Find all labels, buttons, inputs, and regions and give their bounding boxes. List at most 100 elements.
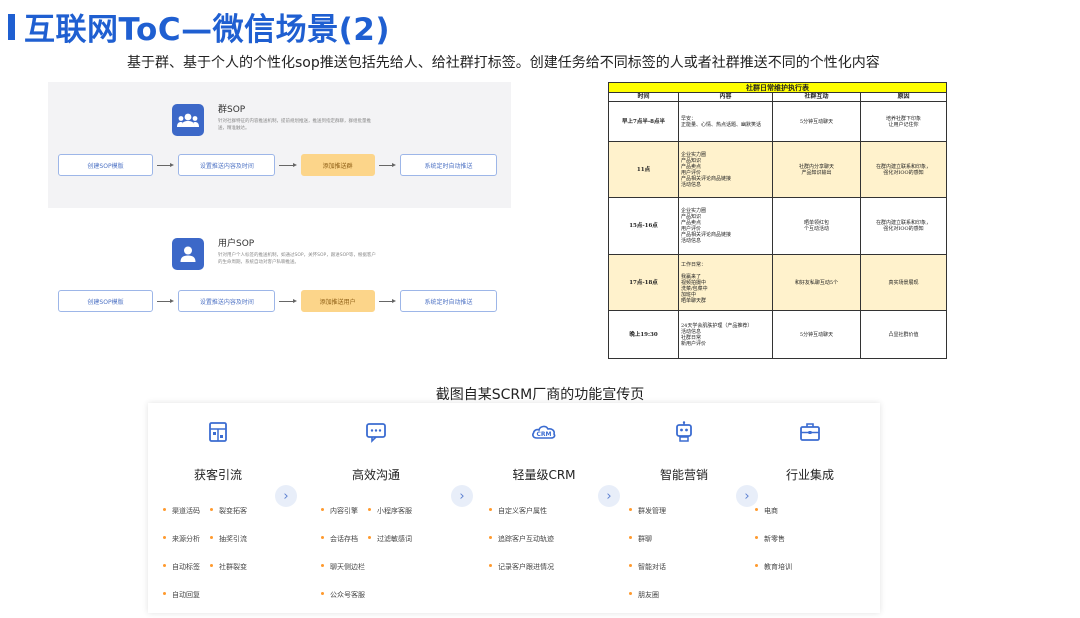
bullet-dot (163, 536, 166, 539)
group-users-icon (172, 104, 204, 136)
bullet-dot (489, 536, 492, 539)
user-icon (172, 238, 204, 270)
table-row: 11点 企业实力圈 产品知识 产品卖点 用户评价 产品相关评论商品链接 活动信息… (608, 141, 947, 198)
user-step-create-template[interactable]: 创建SOP模版 (58, 290, 153, 312)
feature-item[interactable]: 抽奖引流 (210, 534, 247, 562)
feature-label: 小程序客服 (377, 507, 412, 515)
group-step-auto-push[interactable]: 系统定时自动推送 (399, 154, 497, 176)
list-item: 自定义客户属性 (489, 506, 614, 534)
chevron-right-icon[interactable]: › (275, 485, 297, 507)
row-time: 17点-18点 (608, 254, 679, 311)
list-item: 渠道活码 裂变拓客 (163, 506, 288, 534)
column-header-reason: 原因 (860, 92, 947, 102)
feature-label: 自动标签 (172, 563, 200, 571)
bullet-dot (321, 536, 324, 539)
row-reason: 培养社群下印象 让用户记住你 (860, 101, 947, 142)
feature-label: 自动回复 (172, 591, 200, 599)
row-content-text: 24天学会肌肤护理（产品推荐） 活动信息 社群日常 新用户评价 (681, 322, 753, 347)
flow-arrow (275, 163, 300, 167)
feature-item[interactable]: 电商 (755, 506, 778, 534)
bullet-dot (210, 536, 213, 539)
bullet-dot (321, 592, 324, 595)
group-step-create-template[interactable]: 创建SOP模版 (58, 154, 153, 176)
row-time: 15点-16点 (608, 197, 679, 255)
feature-item[interactable]: 自动回复 (163, 590, 200, 618)
feature-item[interactable]: 群发管理 (629, 506, 666, 534)
crm-cloud-icon: CRM (532, 421, 556, 443)
user-step-add-users[interactable]: 添加推送用户 (300, 290, 375, 312)
group-sop-panel: 群SOP 针对社群特征的内容推送机制，提前规划推送，推送到指定群聊，群组批量推送… (48, 82, 511, 208)
user-sop-description: 针对用户个人标签的推送机制，如通过SOP，关怀SOP，跟进SOP等，根据客户的生… (218, 253, 376, 265)
feature-item[interactable]: 朋友圈 (629, 590, 659, 618)
row-reason: 凸显社群价值 (860, 310, 947, 359)
bullet-dot (210, 508, 213, 511)
svg-text:CRM: CRM (537, 431, 552, 438)
table-row: 15点-16点 企业实力圈 产品知识 产品卖点 用户评价 产品相关评论商品链接 … (608, 197, 947, 255)
feature-item[interactable]: 自动标签 (163, 562, 200, 590)
page-title: 互联网ToC—微信场景(2) (24, 12, 390, 48)
feature-item[interactable]: 新零售 (755, 534, 785, 562)
flow-arrow (275, 299, 300, 303)
row-content-text: 早安： 正能量、心情、热点话题、幽默笑话 (681, 115, 762, 128)
chevron-right-icon[interactable]: › (451, 485, 473, 507)
feature-label: 社群裂变 (219, 563, 247, 571)
group-sop-flow: 创建SOP模版 设置推送内容及时间 添加推送群 系统定时自动推送 (58, 154, 497, 176)
user-step-auto-push[interactable]: 系统定时自动推送 (399, 290, 497, 312)
column-header-time: 时间 (608, 92, 679, 102)
user-sop-flow: 创建SOP模版 设置推送内容及时间 添加推送用户 系统定时自动推送 (58, 290, 497, 312)
bullet-dot (629, 536, 632, 539)
community-schedule-table: 社群日常维护执行表 时间 内容 社群互动 原因 早上7点半-8点半 早安： 正能… (608, 82, 947, 359)
chat-bubble-icon (365, 421, 387, 443)
list-item: 教育培训 (755, 562, 880, 590)
feature-item[interactable]: 记录客户跟进情况 (489, 562, 554, 590)
row-time: 晚上19:30 (608, 310, 679, 359)
feature-item[interactable]: 追踪客户互动轨迹 (489, 534, 554, 562)
scrm-column-title: 高效沟通 (351, 468, 400, 482)
scrm-column-title: 行业集成 (785, 468, 834, 482)
feature-item[interactable]: 社群裂变 (210, 562, 247, 590)
feature-item[interactable]: 聊天侧边栏 (321, 562, 365, 590)
list-item: 公众号客服 (321, 590, 446, 618)
feature-item[interactable]: 过滤敏感词 (368, 534, 412, 562)
bullet-dot (368, 536, 371, 539)
scrm-column-title: 智能营销 (659, 468, 708, 482)
table-row: 晚上19:30 24天学会肌肤护理（产品推荐） 活动信息 社群日常 新用户评价 … (608, 310, 947, 359)
feature-label: 群发管理 (638, 507, 666, 515)
scrm-column-communication: 高效沟通 内容引擎 小程序客服 会话存档 过滤敏感词 聊天侧边栏 公众号客服 (306, 403, 446, 613)
group-step-add-groups[interactable]: 添加推送群 (300, 154, 375, 176)
row-reason: 真实场景展现 (860, 254, 947, 311)
feature-item[interactable]: 渠道活码 (163, 506, 200, 534)
feature-item[interactable]: 内容引擎 (321, 506, 358, 534)
feature-item[interactable]: 自定义客户属性 (489, 506, 547, 534)
scrm-column-title: 获客引流 (193, 468, 242, 482)
list-item: 群聊 (629, 534, 754, 562)
user-step-set-content-time[interactable]: 设置推送内容及时间 (178, 290, 276, 312)
flow-arrow (153, 163, 178, 167)
bullet-dot (629, 508, 632, 511)
feature-item[interactable]: 公众号客服 (321, 590, 365, 618)
user-sop-panel: 用户SOP 针对用户个人标签的推送机制，如通过SOP，关怀SOP，跟进SOP等，… (48, 226, 511, 336)
feature-label: 会话存档 (330, 535, 358, 543)
feature-item[interactable]: 教育培训 (755, 562, 792, 590)
row-content: 工作日常： 我赢来了 视频拍摄中 洗菜/包菜中 加班中 晒单聊天群 (678, 254, 773, 311)
feature-label: 裂变拓客 (219, 507, 247, 515)
row-content: 企业实力圈 产品知识 产品卖点 用户评价 产品相关评论商品链接 活动信息 (678, 197, 773, 255)
bullet-dot (629, 564, 632, 567)
list-item: 记录客户跟进情况 (489, 562, 614, 590)
feature-item[interactable]: 小程序客服 (368, 506, 412, 534)
list-item: 来源分析 抽奖引流 (163, 534, 288, 562)
title-accent-bar (8, 14, 15, 40)
scrm-feature-list: 电商 新零售 教育培训 (755, 506, 880, 590)
group-step-set-content-time[interactable]: 设置推送内容及时间 (178, 154, 276, 176)
feature-label: 过滤敏感词 (377, 535, 412, 543)
row-interaction: 晒单领红包 个互动活动 (772, 197, 861, 255)
feature-item[interactable]: 裂变拓客 (210, 506, 247, 534)
feature-label: 记录客户跟进情况 (498, 563, 554, 571)
feature-item[interactable]: 智能对话 (629, 562, 666, 590)
row-time: 11点 (608, 141, 679, 198)
row-reason: 在群内建立联系和印象， 强化对IOO的感知 (860, 197, 947, 255)
list-item: 聊天侧边栏 (321, 562, 446, 590)
feature-item[interactable]: 会话存档 (321, 534, 358, 562)
feature-item[interactable]: 来源分析 (163, 534, 200, 562)
feature-item[interactable]: 群聊 (629, 534, 652, 562)
